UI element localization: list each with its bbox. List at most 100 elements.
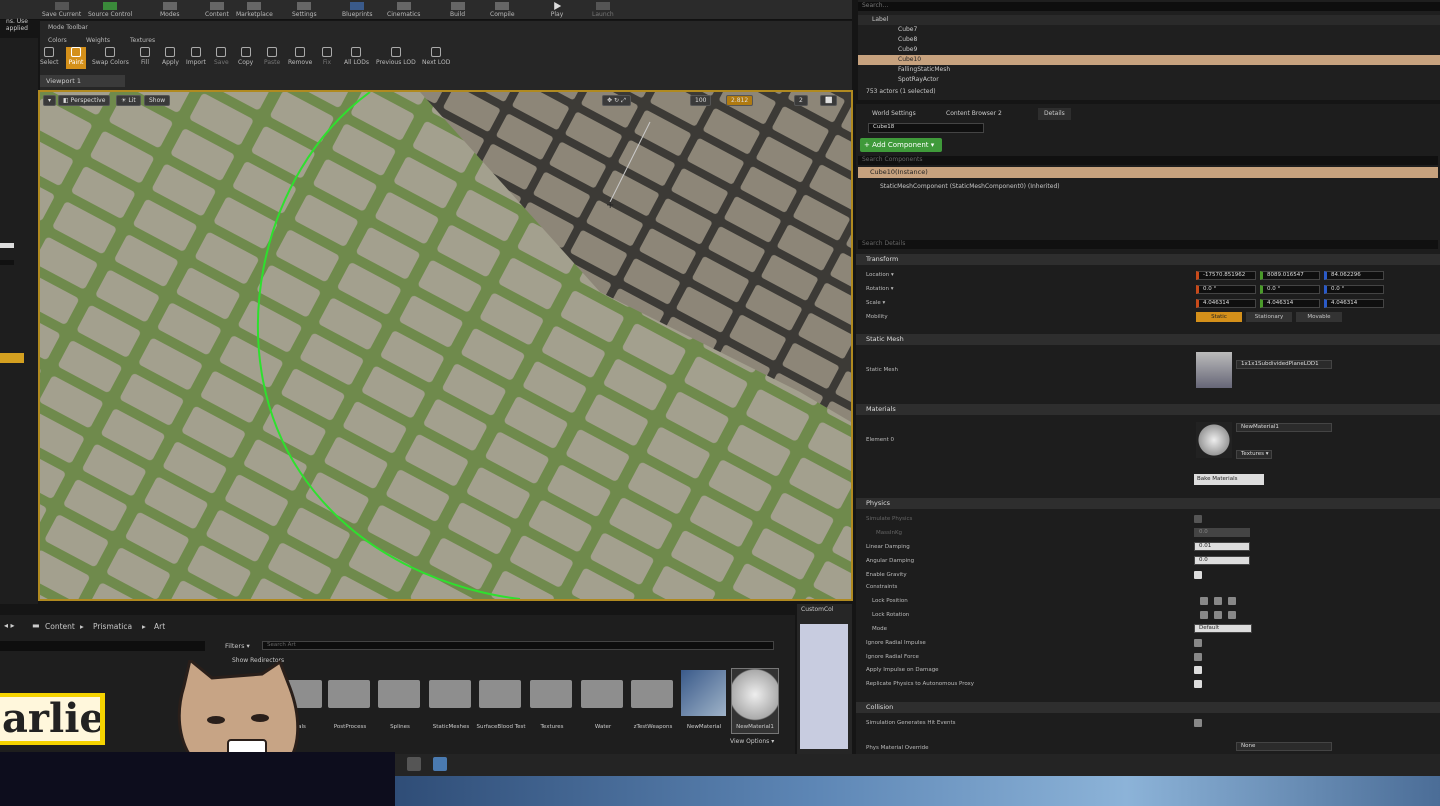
rotation-x[interactable]: 0.0 ° (1196, 285, 1256, 294)
build-button[interactable]: Build (450, 0, 465, 20)
ignore-radial-impulse-checkbox[interactable] (1194, 639, 1202, 647)
scale-y[interactable]: 4.046314 (1260, 299, 1320, 308)
static-mesh-section-header[interactable]: Static Mesh (856, 334, 1440, 345)
launch-button[interactable]: Launch (592, 0, 614, 20)
angular-damping-field[interactable]: 0.0 (1194, 556, 1250, 565)
tool-copy[interactable]: Copy (238, 47, 253, 69)
mobility-stationary[interactable]: Stationary (1246, 312, 1292, 322)
search-components-input[interactable]: Search Components (858, 156, 1438, 165)
view-mode-lit-button[interactable]: ☀ Lit (116, 95, 141, 106)
show-button[interactable]: Show (144, 95, 171, 106)
outliner-row[interactable]: FallingStaticMesh (858, 65, 1440, 75)
ignore-radial-force-checkbox[interactable] (1194, 653, 1202, 661)
materials-section-header[interactable]: Materials (856, 404, 1440, 415)
outliner-row[interactable]: Cube8 (858, 35, 1440, 45)
compile-button[interactable]: Compile (490, 0, 515, 20)
tool-next-lod[interactable]: Next LOD (422, 47, 450, 69)
source-control-button[interactable]: Source Control (88, 0, 132, 20)
blueprints-button[interactable]: Blueprints (342, 0, 373, 20)
tool-save[interactable]: Save (214, 47, 229, 69)
tool-apply[interactable]: Apply (162, 47, 179, 69)
asset-thumbnail-newmaterial[interactable] (681, 670, 726, 716)
static-mesh-thumbnail[interactable] (1196, 352, 1232, 388)
viewport-tab[interactable]: Viewport 1 (40, 75, 125, 87)
modes-button[interactable]: Modes (160, 0, 179, 20)
tool-select[interactable]: Select (40, 47, 59, 69)
folder-tile[interactable] (479, 680, 521, 708)
maximize-viewport-button[interactable]: ⬜ (820, 95, 838, 106)
lock-position-y[interactable] (1214, 597, 1222, 605)
transform-section-header[interactable]: Transform (856, 254, 1440, 265)
tool-all-lods[interactable]: All LODs (344, 47, 369, 69)
outliner-row[interactable]: Cube7 (858, 25, 1440, 35)
tool-fill[interactable]: Fill (140, 47, 150, 69)
tool-paint[interactable]: Paint (66, 47, 86, 69)
marketplace-button[interactable]: Marketplace (236, 0, 273, 20)
tab-details[interactable]: Details (1038, 108, 1071, 120)
scale-x[interactable]: 4.046314 (1196, 299, 1256, 308)
camera-speed[interactable]: 2 (794, 95, 808, 106)
viewport-options-button[interactable]: ▾ (43, 95, 57, 106)
scale-z[interactable]: 4.046314 (1324, 299, 1384, 308)
lock-rotation-y[interactable] (1214, 611, 1222, 619)
breadcrumb-prismatica[interactable]: Prismatica (93, 622, 132, 631)
lock-rotation-x[interactable] (1200, 611, 1208, 619)
rotation-z[interactable]: 0.0 ° (1324, 285, 1384, 294)
location-x[interactable]: -17570.851962 (1196, 271, 1256, 280)
slider[interactable] (0, 243, 14, 248)
folder-search[interactable] (0, 641, 205, 651)
scale-label[interactable]: Scale ▾ (866, 300, 885, 306)
grid-snap[interactable]: 100 (690, 95, 712, 106)
search-details-input[interactable]: Search Details (858, 240, 1438, 249)
material-thumbnail[interactable] (1196, 422, 1232, 458)
nav-arrows[interactable]: ◂ ▸ (4, 621, 15, 630)
folder-tile[interactable] (530, 680, 572, 708)
save-current-button[interactable]: Save Current (42, 0, 81, 20)
scale-snap[interactable]: 2.812 (726, 95, 754, 106)
outliner-row-selected[interactable]: Cube10 (858, 55, 1440, 65)
tool-previous-lod[interactable]: Previous LOD (376, 47, 416, 69)
view-options-button[interactable]: View Options ▾ (730, 738, 774, 745)
perspective-button[interactable]: ◧ Perspective (58, 95, 111, 106)
transform-tools[interactable]: ✥ ↻ ⤢ (602, 95, 631, 106)
viewport-scene[interactable]: + (40, 92, 851, 599)
folder-tile[interactable] (378, 680, 420, 708)
tool-remove[interactable]: Remove (288, 47, 312, 69)
bake-materials-button[interactable]: Bake Materials (1194, 474, 1264, 485)
tab-world-settings[interactable]: World Settings (866, 108, 922, 120)
filters-button[interactable]: Filters ▾ (225, 642, 250, 650)
play-button[interactable]: Play (550, 0, 564, 20)
apply-impulse-checkbox[interactable] (1194, 666, 1202, 674)
rotation-label[interactable]: Rotation ▾ (866, 286, 894, 292)
breadcrumb-art[interactable]: Art (154, 622, 165, 631)
lock-rotation-z[interactable] (1228, 611, 1236, 619)
component-row[interactable]: StaticMeshComponent (StaticMeshComponent… (880, 183, 1060, 190)
enable-gravity-checkbox[interactable] (1194, 571, 1202, 579)
material-dropdown[interactable]: NewMaterial1 (1236, 423, 1332, 432)
sim-hit-events-checkbox[interactable] (1194, 719, 1202, 727)
mobility-movable[interactable]: Movable (1296, 312, 1342, 322)
tab-content-browser-2[interactable]: Content Browser 2 (940, 108, 1008, 120)
actor-name-field[interactable]: Cube18 (868, 123, 984, 133)
mode-dropdown[interactable]: Default (1194, 624, 1252, 633)
location-z[interactable]: 84.062296 (1324, 271, 1384, 280)
tab-colors[interactable]: Colors (48, 37, 67, 44)
folder-tile[interactable] (581, 680, 623, 708)
content-button[interactable]: Content (205, 0, 229, 20)
tool-fix[interactable]: Fix (322, 47, 332, 69)
folder-tile[interactable] (328, 680, 370, 708)
outliner-search[interactable]: Search... (858, 2, 1440, 11)
cinematics-button[interactable]: Cinematics (387, 0, 420, 20)
outliner-row[interactable]: SpotRayActor (858, 75, 1440, 85)
physics-section-header[interactable]: Physics (856, 498, 1440, 509)
tab-textures[interactable]: Textures (130, 37, 155, 44)
mass-field[interactable]: 0.0 (1194, 528, 1250, 537)
breadcrumb-content[interactable]: Content (45, 622, 75, 631)
color-swatch[interactable] (0, 260, 14, 265)
level-viewport[interactable]: + ▾ ◧ Perspective ☀ Lit Show ✥ ↻ ⤢ 100 2.812… (38, 90, 853, 601)
unreal-app-icon[interactable] (407, 757, 421, 771)
collision-section-header[interactable]: Collision (856, 702, 1440, 713)
folder-tile[interactable] (429, 680, 471, 708)
app-icon[interactable] (433, 757, 447, 771)
location-label[interactable]: Location ▾ (866, 272, 894, 278)
